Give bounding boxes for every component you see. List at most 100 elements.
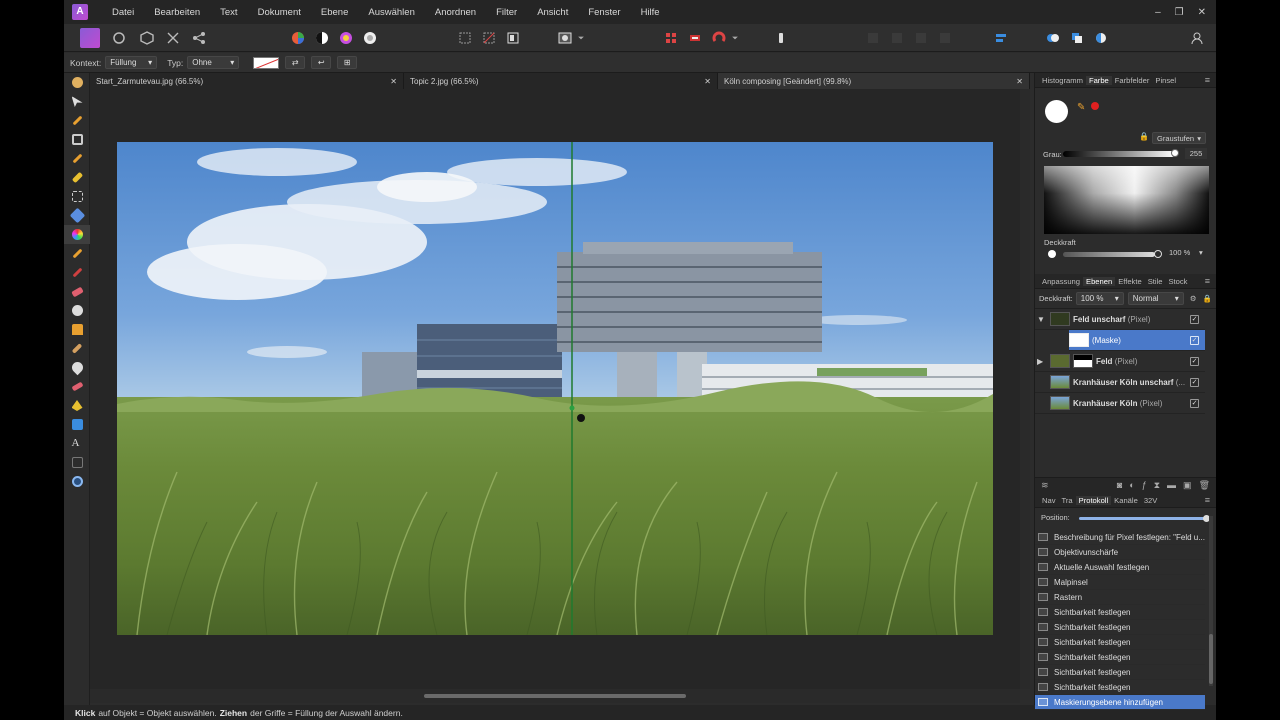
color-picker-tool-icon[interactable] [64,111,90,130]
erase-brush-tool-icon[interactable] [64,282,90,301]
menu-dokument[interactable]: Dokument [248,7,311,18]
opacity-value[interactable]: 100 % [1169,248,1190,257]
tab-32v[interactable]: 32V [1141,496,1161,505]
grau-slider[interactable] [1063,151,1175,157]
reset-fill-icon[interactable]: ↩ [311,56,332,69]
zoom-tool-icon[interactable] [64,472,90,491]
adjustment-icon[interactable]: ◐ [1129,480,1134,491]
align-icon[interactable] [992,29,1010,47]
history-item[interactable]: Sichtbarkeit festlegen [1035,665,1205,680]
tab-farbe[interactable]: Farbe [1085,75,1112,85]
tab-koeln-composing[interactable]: Köln composing [Geändert] (99.8%) ✕ [718,73,1030,89]
tab-effekte[interactable]: Effekte [1115,277,1145,286]
color-wheel-icon[interactable] [289,29,307,47]
menu-ebene[interactable]: Ebene [311,7,358,18]
fx-icon[interactable]: ƒ [1142,480,1147,491]
history-item[interactable]: Sichtbarkeit festlegen [1035,620,1205,635]
close-icon[interactable]: ✕ [390,77,397,86]
mesh-warp-tool-icon[interactable] [64,453,90,472]
history-item[interactable]: Sichtbarkeit festlegen [1035,605,1205,620]
color-mode-select[interactable]: Graustufen ▾ [1152,132,1206,144]
history-item[interactable]: Sichtbarkeit festlegen [1035,635,1205,650]
selection-rect-icon[interactable] [456,29,474,47]
chevron-down-icon[interactable]: ▾ [1199,248,1203,257]
trash-icon[interactable]: 🗑 [1199,480,1210,491]
layer-opacity-select[interactable]: 100 % ▾ [1075,292,1124,305]
tab-ebenen[interactable]: Ebenen [1083,276,1116,286]
text-tool-icon[interactable]: A [64,434,90,453]
quick-mask-icon[interactable] [556,29,574,47]
invert-selection-icon[interactable] [504,29,522,47]
flood-select-tool-icon[interactable] [64,168,90,187]
lock-icon[interactable]: 🔒 [1139,132,1149,141]
healing-brush-tool-icon[interactable] [64,339,90,358]
boolean-intersect-icon[interactable] [1092,29,1110,47]
close-icon[interactable]: ✕ [704,77,711,86]
group-folder-icon[interactable]: ▬ [1167,480,1176,491]
arrange-front-icon[interactable] [936,29,954,47]
menu-filter[interactable]: Filter [486,7,527,18]
flood-fill-tool-icon[interactable] [64,206,90,225]
live-filter-icon[interactable]: ⧗ [1154,480,1160,491]
menu-fenster[interactable]: Fenster [578,7,630,18]
layer-row[interactable]: Kranhäuser Köln (Pixel) ✓ [1035,393,1205,414]
rectangle-tool-icon[interactable] [64,415,90,434]
hsl-icon[interactable] [337,29,355,47]
deselect-icon[interactable] [480,29,498,47]
tab-topic-2[interactable]: Topic 2.jpg (66.5%) ✕ [404,73,718,89]
hand-tool-icon[interactable] [64,73,90,92]
panel-menu-icon[interactable]: ≡ [1205,75,1210,85]
history-item[interactable]: Sichtbarkeit festlegen [1035,650,1205,665]
history-item[interactable]: Malpinsel [1035,575,1205,590]
tone-mapping-persona-icon[interactable] [164,29,182,47]
tab-histogramm[interactable]: Histogramm [1039,76,1086,85]
tab-nav[interactable]: Nav [1039,496,1059,505]
menu-text[interactable]: Text [210,7,247,18]
visibility-checkbox[interactable]: ✓ [1190,314,1199,324]
align-fill-icon[interactable]: ⊞ [337,56,358,69]
typ-select[interactable]: Ohne ▾ [187,56,240,69]
visibility-checkbox[interactable]: ✓ [1190,335,1199,345]
layer-row[interactable]: Kranhäuser Köln unscharf (... ✓ [1035,372,1205,393]
history-position-slider[interactable] [1079,517,1207,520]
history-scrollbar[interactable] [1209,516,1213,686]
reverse-fill-icon[interactable]: ⇄ [285,56,306,69]
history-item[interactable]: Maskierungsebene hinzufügen [1035,695,1205,710]
share-icon[interactable] [190,29,208,47]
arrange-forward-icon[interactable] [912,29,930,47]
tab-stock[interactable]: Stock [1165,277,1190,286]
blur-brush-tool-icon[interactable] [64,358,90,377]
grau-slider-handle[interactable] [1171,149,1179,157]
white-balance-icon[interactable] [361,29,379,47]
gear-icon[interactable]: ⚙ [1190,294,1197,303]
liquify-persona-icon[interactable] [110,29,128,47]
gradient-tool-icon[interactable] [64,225,90,244]
panel-menu-icon[interactable]: ≡ [1205,276,1210,286]
expand-arrow-icon[interactable]: ▼ [1037,315,1047,324]
opacity-slider-handle[interactable] [1154,250,1162,258]
crop-tool-icon[interactable] [64,130,90,149]
paint-brush-tool-icon[interactable] [64,244,90,263]
tab-tra[interactable]: Tra [1059,496,1076,505]
snapping-magnet-icon[interactable] [710,29,728,47]
tab-stile[interactable]: Stile [1145,277,1166,286]
tab-kanaele[interactable]: Kanäle [1111,496,1141,505]
layer-row[interactable]: (Maske) ✓ [1069,330,1205,351]
layer-row[interactable]: ▶ Feld (Pixel) ✓ [1035,351,1205,372]
history-item[interactable]: Aktuelle Auswahl festlegen [1035,560,1205,575]
tab-protokoll[interactable]: Protokoll [1075,495,1112,505]
history-item[interactable]: Beschreibung für Pixel festlegen: "Feld … [1035,530,1205,545]
develop-persona-icon[interactable] [138,29,156,47]
menu-ansicht[interactable]: Ansicht [527,7,578,18]
menu-anordnen[interactable]: Anordnen [425,7,486,18]
rectangular-marquee-tool-icon[interactable] [64,187,90,206]
kontext-select[interactable]: Füllung ▾ [105,56,158,69]
blend-mode-select[interactable]: Normal ▾ [1127,292,1184,305]
horizontal-scrollbar[interactable] [90,689,1020,703]
close-button[interactable]: ✕ [1198,7,1206,18]
tab-start-zarmutevau[interactable]: Start_Zarmutevau.jpg (66.5%) ✕ [90,73,404,89]
pen-tool-icon[interactable] [64,396,90,415]
menu-hilfe[interactable]: Hilfe [631,7,670,18]
panel-menu-icon[interactable]: ≡ [1205,495,1210,505]
tab-pinsel[interactable]: Pinsel [1152,76,1179,85]
